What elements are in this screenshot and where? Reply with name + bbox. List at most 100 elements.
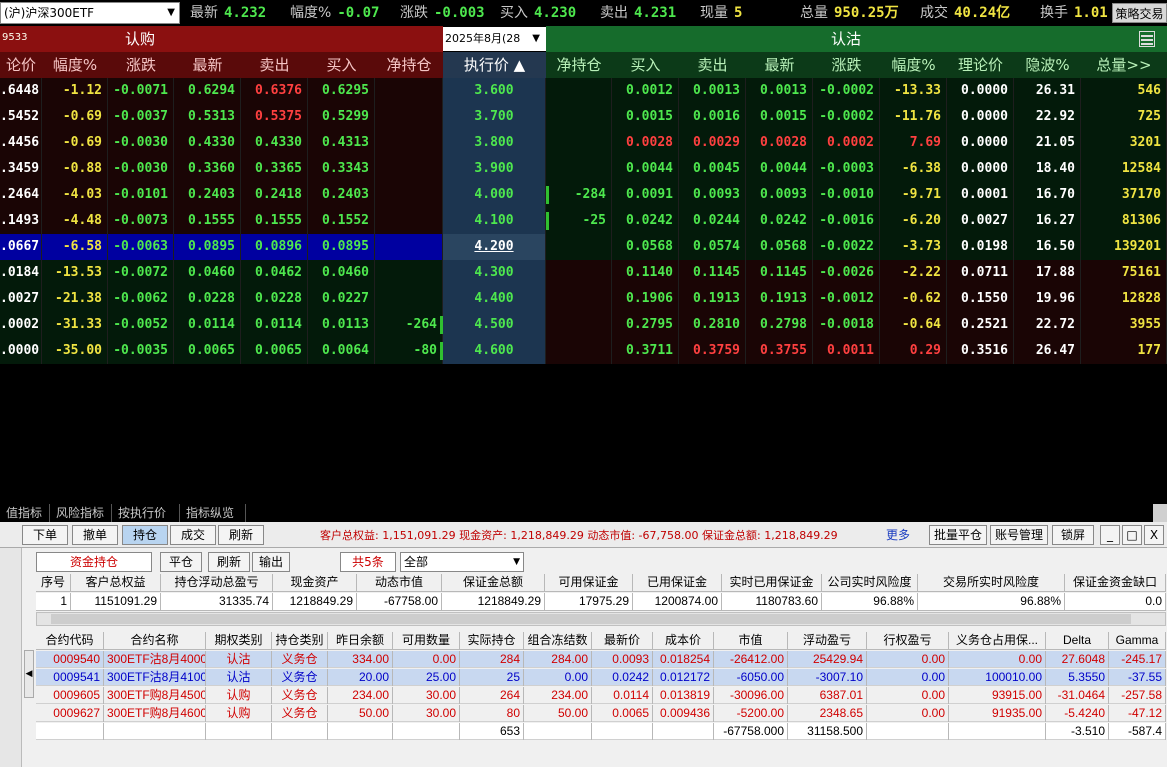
put-cell[interactable]: 0.0711 xyxy=(947,260,1014,286)
chain-row[interactable]: .1493 -4.48 -0.0073 0.1555 0.1555 0.1552 4.100… xyxy=(0,208,1167,234)
call-cell[interactable]: 0.0114 xyxy=(174,312,241,338)
put-cell[interactable]: 0.1140 xyxy=(612,260,679,286)
account-table-row[interactable]: 1 1151091.29 31335.74 1218849.29 -67758.00 12… xyxy=(36,593,1166,611)
put-cell[interactable]: 0.0093 xyxy=(746,182,813,208)
put-cell[interactable]: -3.73 xyxy=(880,234,947,260)
put-cell[interactable]: 0.0091 xyxy=(612,182,679,208)
put-cell[interactable]: 0.0015 xyxy=(612,104,679,130)
call-header-5[interactable]: 买入 xyxy=(308,52,375,78)
call-header-6[interactable]: 净持仓 xyxy=(375,52,443,78)
call-cell[interactable]: -0.0101 xyxy=(108,182,174,208)
put-cell[interactable]: -0.0026 xyxy=(813,260,880,286)
put-cell[interactable] xyxy=(546,312,612,338)
put-cell[interactable] xyxy=(546,260,612,286)
chain-row[interactable]: .2464 -4.03 -0.0101 0.2403 0.2418 0.2403 4.000… xyxy=(0,182,1167,208)
call-cell[interactable]: 0.3343 xyxy=(308,156,375,182)
call-cell[interactable]: -0.0030 xyxy=(108,130,174,156)
put-cell[interactable]: 0.3759 xyxy=(679,338,746,364)
strike-cell[interactable]: 4.200 xyxy=(443,234,546,260)
put-cell[interactable]: 0.1550 xyxy=(947,286,1014,312)
position-header-15[interactable]: Gamma xyxy=(1109,632,1166,649)
tabs-scrollbar[interactable] xyxy=(1153,504,1167,522)
put-cell[interactable]: 0.3755 xyxy=(746,338,813,364)
put-cell[interactable]: 177 xyxy=(1081,338,1167,364)
call-cell[interactable]: .2464 xyxy=(0,182,42,208)
call-header-0[interactable]: 论价 xyxy=(0,52,42,78)
account-header-0[interactable]: 序号 xyxy=(36,574,71,591)
call-cell[interactable]: 0.0460 xyxy=(308,260,375,286)
window-button-0[interactable]: _ xyxy=(1100,525,1120,545)
put-cell[interactable]: -0.64 xyxy=(880,312,947,338)
put-cell[interactable]: 0.0029 xyxy=(679,130,746,156)
call-cell[interactable]: -0.0035 xyxy=(108,338,174,364)
call-header-2[interactable]: 涨跌 xyxy=(108,52,174,78)
put-cell[interactable]: 0.2810 xyxy=(679,312,746,338)
put-cell[interactable]: 12584 xyxy=(1081,156,1167,182)
chain-row[interactable]: .0000 -35.00 -0.0035 0.0065 0.0065 0.0064 -80 4… xyxy=(0,338,1167,364)
put-cell[interactable]: 0.0568 xyxy=(612,234,679,260)
put-header-5[interactable]: 幅度% xyxy=(880,52,947,78)
put-cell[interactable]: -6.38 xyxy=(880,156,947,182)
strike-cell[interactable]: 4.000 xyxy=(443,182,546,208)
chain-row[interactable]: .6448 -1.12 -0.0071 0.6294 0.6376 0.6295 3.600… xyxy=(0,78,1167,104)
put-cell[interactable]: 0.0012 xyxy=(612,78,679,104)
put-cell[interactable]: 0.0013 xyxy=(746,78,813,104)
account-header-9[interactable]: 公司实时风险度 xyxy=(822,574,918,591)
put-cell[interactable]: 0.2795 xyxy=(612,312,679,338)
call-cell[interactable]: .0002 xyxy=(0,312,42,338)
strike-cell[interactable]: 3.700 xyxy=(443,104,546,130)
right-button-1[interactable]: 账号管理 xyxy=(990,525,1048,545)
put-header-4[interactable]: 涨跌 xyxy=(813,52,880,78)
put-cell[interactable]: -0.0022 xyxy=(813,234,880,260)
put-cell[interactable]: 0.0015 xyxy=(746,104,813,130)
call-cell[interactable]: 0.0065 xyxy=(241,338,308,364)
put-cell[interactable]: 0.0568 xyxy=(746,234,813,260)
strike-cell[interactable]: 3.800 xyxy=(443,130,546,156)
call-cell[interactable]: 0.0065 xyxy=(174,338,241,364)
put-header-7[interactable]: 隐波% xyxy=(1014,52,1081,78)
put-cell[interactable]: -0.0018 xyxy=(813,312,880,338)
position-filter-select[interactable]: 全部 ▼ xyxy=(400,552,524,572)
put-cell[interactable]: -0.0012 xyxy=(813,286,880,312)
tab-0[interactable]: 值指标 xyxy=(0,504,50,522)
put-cell[interactable]: 16.50 xyxy=(1014,234,1081,260)
put-cell[interactable]: -0.0002 xyxy=(813,104,880,130)
put-cell[interactable]: 0.0093 xyxy=(679,182,746,208)
call-cell[interactable]: 0.0228 xyxy=(241,286,308,312)
strike-cell[interactable]: 4.300 xyxy=(443,260,546,286)
account-header-7[interactable]: 已用保证金 xyxy=(633,574,722,591)
call-cell[interactable]: 0.0113 xyxy=(308,312,375,338)
call-cell[interactable]: 0.0895 xyxy=(174,234,241,260)
put-cell[interactable]: -0.0016 xyxy=(813,208,880,234)
call-cell[interactable]: 0.3365 xyxy=(241,156,308,182)
put-cell[interactable]: 16.27 xyxy=(1014,208,1081,234)
strike-cell[interactable]: 3.900 xyxy=(443,156,546,182)
put-cell[interactable]: -13.33 xyxy=(880,78,947,104)
put-cell[interactable]: 0.0011 xyxy=(813,338,880,364)
call-cell[interactable]: 0.0228 xyxy=(174,286,241,312)
call-cell[interactable] xyxy=(375,130,443,156)
put-cell[interactable]: 0.0198 xyxy=(947,234,1014,260)
call-cell[interactable]: 0.0460 xyxy=(174,260,241,286)
position-header-9[interactable]: 成本价 xyxy=(653,632,714,649)
call-cell[interactable]: 0.1552 xyxy=(308,208,375,234)
strike-header[interactable]: 执行价 ▲ xyxy=(443,52,546,78)
call-cell[interactable]: -0.69 xyxy=(42,104,108,130)
account-header-3[interactable]: 现金资产 xyxy=(273,574,357,591)
put-cell[interactable]: 22.72 xyxy=(1014,312,1081,338)
call-cell[interactable] xyxy=(375,260,443,286)
put-header-3[interactable]: 最新 xyxy=(746,52,813,78)
account-header-1[interactable]: 客户总权益 xyxy=(71,574,161,591)
put-cell[interactable]: 16.70 xyxy=(1014,182,1081,208)
put-cell[interactable] xyxy=(546,338,612,364)
put-cell[interactable]: 0.0000 xyxy=(947,78,1014,104)
put-cell[interactable]: 0.0574 xyxy=(679,234,746,260)
position-header-8[interactable]: 最新价 xyxy=(592,632,653,649)
put-cell[interactable]: 0.1145 xyxy=(746,260,813,286)
put-cell[interactable]: 0.0013 xyxy=(679,78,746,104)
put-cell[interactable] xyxy=(546,234,612,260)
call-cell[interactable]: -0.88 xyxy=(42,156,108,182)
call-cell[interactable]: -21.38 xyxy=(42,286,108,312)
call-cell[interactable]: 0.6376 xyxy=(241,78,308,104)
toolbar-button-0[interactable]: 下单 xyxy=(22,525,68,545)
